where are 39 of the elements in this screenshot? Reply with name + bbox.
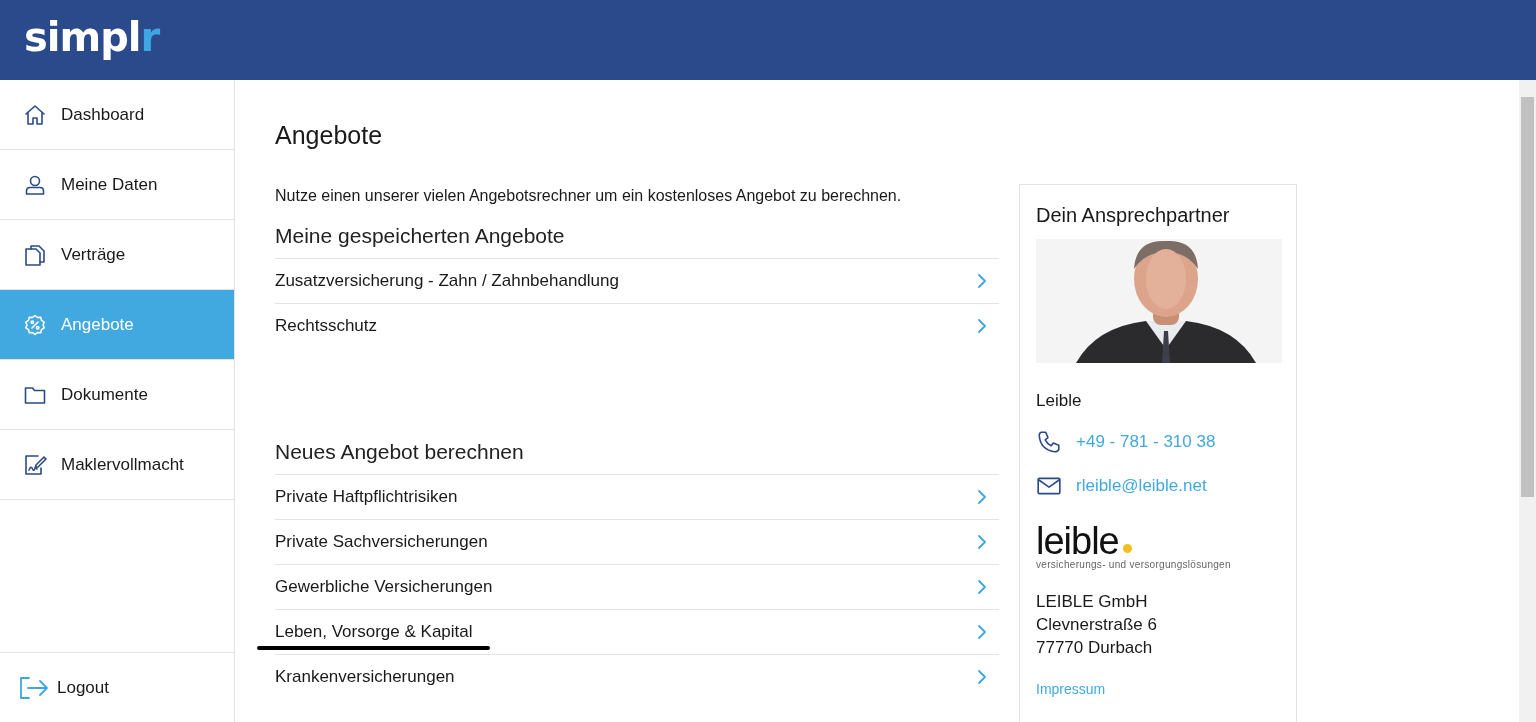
documents-icon xyxy=(23,242,47,267)
offer-row[interactable]: Krankenversicherungen xyxy=(275,654,999,699)
chevron-icon xyxy=(977,624,987,640)
logout-button[interactable]: Logout xyxy=(0,652,234,722)
offer-row[interactable]: Private Sachversicherungen xyxy=(275,519,999,564)
phone-icon xyxy=(1036,429,1062,455)
offer-row[interactable]: Rechtsschutz xyxy=(275,303,999,348)
page-title: Angebote xyxy=(275,120,384,150)
chevron-icon xyxy=(977,273,987,289)
chevron-icon xyxy=(977,318,987,334)
scrollbar-thumb[interactable] xyxy=(1521,97,1534,497)
logo-dot-icon xyxy=(1122,544,1132,553)
scrollbar[interactable] xyxy=(1519,80,1536,722)
offer-row[interactable]: Private Haftpflichtrisiken xyxy=(275,474,999,519)
sidebar-item[interactable]: Meine Daten xyxy=(0,150,234,220)
offer-row[interactable]: Gewerbliche Versicherungen xyxy=(275,564,999,609)
logout-icon xyxy=(19,675,49,700)
sidebar-item[interactable]: Dashboard xyxy=(0,80,234,150)
signed-document-icon xyxy=(23,452,47,477)
percent-badge-icon xyxy=(23,312,47,337)
sidebar-item[interactable]: Maklervollmacht xyxy=(0,430,234,500)
chevron-icon xyxy=(977,489,987,505)
section-heading: Neues Angebot berechnen xyxy=(275,440,525,464)
address-line: 77770 Durbach xyxy=(1036,637,1154,659)
chevron-icon xyxy=(977,669,987,685)
chevron-icon xyxy=(977,579,987,595)
section-heading: Meine gespeicherten Angebote xyxy=(275,224,566,248)
sidebar-item[interactable]: Dokumente xyxy=(0,360,234,430)
address-line: Clevnerstraße 6 xyxy=(1036,614,1158,636)
logo[interactable]: simplr xyxy=(24,17,160,63)
intro-text: Nutze einen unserer vielen Angebotsrechner um ein kostenloses Angebot zu berechnen. xyxy=(275,186,903,206)
company-tagline: versicherungs- und versorgungslösungen xyxy=(1036,559,1232,570)
chevron-icon xyxy=(977,534,987,550)
home-icon xyxy=(23,102,47,127)
contact-name: Leible xyxy=(1036,391,1083,411)
card-title: Dein Ansprechpartner xyxy=(1036,203,1231,227)
company-logo-wordmark: leible xyxy=(1036,525,1119,557)
address-line: LEIBLE GmbH xyxy=(1036,591,1149,613)
offer-row[interactable]: Zusatzversicherung - Zahn / Zahnbehandlung xyxy=(275,258,999,303)
